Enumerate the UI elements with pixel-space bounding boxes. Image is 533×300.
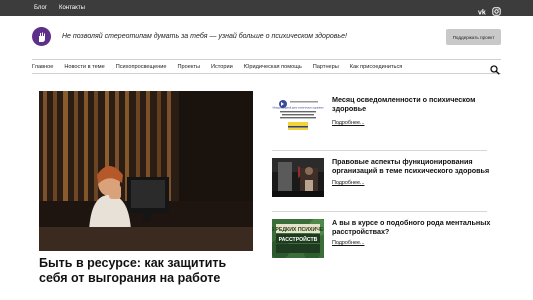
top-link-contacts[interactable]: Контакты	[59, 5, 85, 11]
top-bar: Блог Контакты vk	[0, 0, 533, 17]
article-title[interactable]: Правовые аспекты функционирования органи…	[332, 157, 492, 175]
nav-item-partners[interactable]: Партнеры	[313, 64, 339, 70]
nav-items: Главное Новости в теме Психопросвещение …	[32, 60, 402, 74]
article-title[interactable]: А вы в курсе о подобного рода ментальных…	[332, 218, 492, 236]
nav-item-projects[interactable]: Проекты	[178, 64, 200, 70]
article-title[interactable]: Месяц осведомленности о психическом здор…	[332, 95, 492, 113]
nav-item-legal-help[interactable]: Юридическая помощь	[244, 64, 302, 70]
site-tagline: Не позволяй стереотипам думать за тебя —…	[62, 33, 347, 40]
instagram-icon[interactable]	[492, 3, 501, 16]
featured-image[interactable]	[39, 91, 253, 251]
article-more-link[interactable]: Подробнее...	[332, 240, 364, 246]
featured-title[interactable]: Быть в ресурсе: как защитить себя от выг…	[39, 256, 253, 286]
divider	[272, 150, 487, 151]
article-thumbnail[interactable]	[272, 158, 324, 197]
article-card: Международный день психического здоровья…	[272, 95, 487, 139]
site-header: Не позволяй стереотипам думать за тебя —…	[0, 16, 533, 58]
article-card: ТОП-5 РЕДКИХ ПСИХИЧЕСКИХ РАССТРОЙСТВ А вы…	[272, 218, 490, 262]
nav-item-main[interactable]: Главное	[32, 64, 53, 70]
vk-icon[interactable]: vk	[478, 3, 487, 17]
top-links: Блог Контакты	[34, 0, 85, 16]
top-link-blog[interactable]: Блог	[34, 5, 47, 11]
search-icon[interactable]	[490, 62, 500, 75]
nav-item-education[interactable]: Психопросвещение	[116, 64, 167, 70]
nav-item-news[interactable]: Новости в теме	[64, 64, 104, 70]
social-links: vk	[478, 3, 501, 17]
thumbnail-caption: Международный день психического здоровья	[273, 107, 324, 110]
article-thumbnail[interactable]: Международный день психического здоровья	[272, 96, 324, 135]
nav-item-join[interactable]: Как присоединиться	[350, 64, 403, 70]
article-more-link[interactable]: Подробнее...	[332, 180, 364, 186]
nav-item-stories[interactable]: Истории	[211, 64, 233, 70]
article-thumbnail[interactable]: ТОП-5 РЕДКИХ ПСИХИЧЕСКИХ РАССТРОЙСТВ	[272, 219, 324, 258]
thumbnail-caption: РАССТРОЙСТВ	[279, 235, 318, 243]
support-project-button[interactable]: Поддержать проект	[446, 29, 501, 45]
main-nav: Главное Новости в теме Психопросвещение …	[32, 59, 501, 75]
article-more-link[interactable]: Подробнее...	[332, 120, 364, 126]
article-card: Правовые аспекты функционирования органи…	[272, 157, 489, 201]
thumbnail-caption: ТОП-5 РЕДКИХ ПСИХИЧЕСКИХ	[272, 227, 324, 233]
hand-logo-icon[interactable]	[32, 27, 51, 46]
divider	[272, 211, 487, 212]
